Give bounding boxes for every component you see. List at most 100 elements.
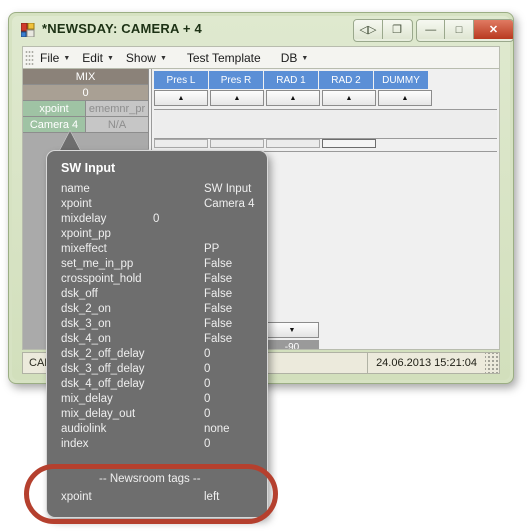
up-button-rad-1[interactable]: ▲ [266, 90, 320, 106]
grid-body[interactable] [154, 109, 497, 139]
column-header-pres-l[interactable]: Pres L [154, 71, 209, 89]
maximize-button[interactable]: □ [445, 20, 474, 39]
menu-item-file-label: File [40, 50, 60, 65]
chevron-down-icon: ▼ [63, 55, 71, 62]
menu-item-edit[interactable]: Edit ▼ [76, 50, 120, 66]
menu-drag-grip-icon[interactable] [25, 50, 34, 65]
menu-item-db-label: DB [280, 50, 298, 65]
tooltip-property-list: name SW Input xpoint Camera 4 mixdelay 0 xp… [47, 183, 267, 453]
titlebar-extra-buttons[interactable]: ◁▷ ❐ [353, 19, 413, 42]
slot-rad-2[interactable] [322, 139, 376, 148]
slot-pres-r[interactable] [210, 139, 264, 148]
close-button[interactable]: ✕ [473, 20, 513, 39]
dropdown-button-3[interactable]: ▼ [265, 322, 319, 338]
tooltip-value: 0 [204, 363, 211, 375]
detach-window-icon[interactable]: ❐ [383, 20, 411, 39]
tooltip-value: False [204, 258, 233, 270]
tooltip-key: xpoint_pp [61, 228, 111, 240]
tooltip-key: dsk_3_off_delay [61, 363, 145, 375]
mix-empty-row [23, 133, 149, 149]
menu-item-edit-label: Edit [82, 50, 103, 65]
up-button-pres-l[interactable]: ▲ [154, 90, 208, 106]
chevron-down-icon: ▼ [159, 55, 167, 62]
tooltip-row: mix_delay_out 0 [47, 408, 267, 423]
mix-label-xpoint[interactable]: xpoint [23, 101, 86, 117]
tooltip-row: mixdelay 0 [47, 213, 267, 228]
tooltip-row: dsk_off False [47, 288, 267, 303]
column-header-dummy[interactable]: DUMMY [374, 71, 429, 89]
tooltip-row: crosspoint_hold False [47, 273, 267, 288]
column-header-rad-2[interactable]: RAD 2 [319, 71, 374, 89]
tooltip-key: dsk_3_on [61, 318, 111, 330]
resize-grip-icon[interactable] [485, 353, 499, 373]
tooltip-value: 0 [204, 348, 211, 360]
slot-rad-1[interactable] [266, 139, 320, 148]
tooltip-value: 0 [204, 408, 211, 420]
tooltip-row: index 0 [47, 438, 267, 453]
mix-value-ememnr[interactable]: N/A [86, 117, 149, 133]
menu-item-db[interactable]: DB ▼ [275, 50, 315, 66]
mix-header-value: 0 [23, 85, 149, 101]
tooltip-key: dsk_2_on [61, 303, 111, 315]
mix-header-label: MIX [23, 69, 149, 85]
slot-pres-l[interactable] [154, 139, 208, 148]
tooltip-row: dsk_4_on False [47, 333, 267, 348]
newsroom-tag-key: xpoint [61, 491, 92, 503]
mix-empty-cell [23, 133, 149, 149]
tooltip-row: dsk_2_on False [47, 303, 267, 318]
tooltip-value: 0 [204, 378, 211, 390]
tooltip-value: 0 [204, 393, 211, 405]
column-header-pres-r[interactable]: Pres R [209, 71, 264, 89]
tooltip-value: False [204, 318, 233, 330]
tooltip-key: mixdelay [61, 213, 107, 225]
grid-column-headers: Pres L Pres R RAD 1 RAD 2 DUMMY [154, 71, 429, 89]
tooltip-key: index [61, 438, 89, 450]
tooltip-value: PP [204, 243, 220, 255]
menu-item-file[interactable]: File ▼ [34, 50, 76, 66]
menu-item-show-label: Show [125, 50, 156, 65]
mix-label-ememnr[interactable]: ememnr_pr [86, 101, 149, 117]
tooltip-key: dsk_4_on [61, 333, 111, 345]
tooltip-key: crosspoint_hold [61, 273, 142, 285]
tooltip-value: False [204, 273, 233, 285]
value-cell-grey[interactable]: -90 [265, 340, 319, 349]
tooltip-value: 0 [204, 438, 211, 450]
menu-item-test-template[interactable]: Test Template [181, 50, 267, 66]
tooltip-value: SW Input [204, 183, 252, 195]
tooltip-key: mix_delay_out [61, 408, 136, 420]
tooltip-value: 0 [153, 213, 160, 225]
property-tooltip: SW Input name SW Input xpoint Camera 4 mix… [46, 150, 268, 518]
tooltip-row: mixeffect PP [47, 243, 267, 258]
tooltip-key: dsk_off [61, 288, 98, 300]
column-header-rad-1[interactable]: RAD 1 [264, 71, 319, 89]
status-timestamp: 24.06.2013 15:21:04 [367, 353, 485, 373]
tooltip-row: dsk_4_off_delay 0 [47, 378, 267, 393]
up-button-rad-2[interactable]: ▲ [322, 90, 376, 106]
tooltip-row: set_me_in_pp False [47, 258, 267, 273]
newsroom-tag-row: xpoint left [47, 491, 267, 506]
tooltip-value: False [204, 288, 233, 300]
title-bar[interactable]: *NEWSDAY: CAMERA + 4 ◁▷ ❐ — □ ✕ [12, 16, 514, 44]
tooltip-key: name [61, 183, 90, 195]
tooltip-key: mix_delay [61, 393, 113, 405]
tooltip-pointer-icon [59, 131, 81, 152]
menu-item-show[interactable]: Show ▼ [120, 50, 173, 66]
titlebar-window-buttons[interactable]: — □ ✕ [416, 19, 514, 42]
mix-header-row: MIX [23, 69, 149, 85]
tooltip-value: False [204, 333, 233, 345]
tooltip-key: set_me_in_pp [61, 258, 134, 270]
minimize-button[interactable]: — [417, 20, 446, 39]
tooltip-row: dsk_3_off_delay 0 [47, 363, 267, 378]
up-button-pres-r[interactable]: ▲ [210, 90, 264, 106]
tooltip-key: dsk_2_off_delay [61, 348, 145, 360]
tooltip-title: SW Input [61, 161, 116, 175]
split-view-icon[interactable]: ◁▷ [354, 20, 383, 39]
grid-up-button-row: ▲ ▲ ▲ ▲ ▲ [154, 90, 434, 107]
menu-bar: File ▼ Edit ▼ Show ▼ Test Template DB ▼ [22, 46, 500, 68]
app-windows-icon [21, 23, 35, 37]
tooltip-row: xpoint_pp [47, 228, 267, 243]
up-button-dummy[interactable]: ▲ [378, 90, 432, 106]
mix-label-row: xpoint ememnr_pr [23, 101, 149, 117]
tooltip-key: mixeffect [61, 243, 107, 255]
tooltip-row: dsk_2_off_delay 0 [47, 348, 267, 363]
